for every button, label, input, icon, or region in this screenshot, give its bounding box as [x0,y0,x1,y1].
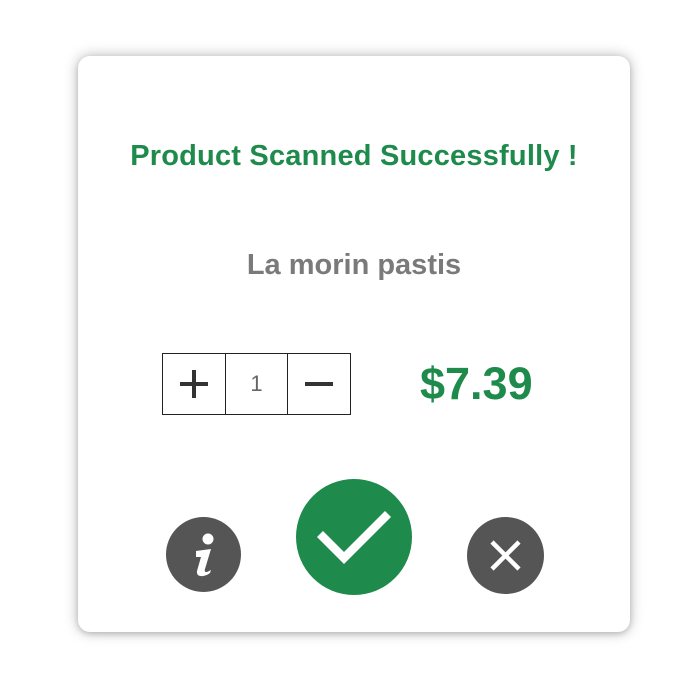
increment-button[interactable] [163,354,226,414]
close-button[interactable] [467,517,544,594]
close-icon [490,540,521,571]
quantity-display[interactable]: 1 [225,354,288,414]
product-price: $7.39 [420,358,533,409]
screen: Product Scanned Successfully ! La morin … [0,0,700,700]
quantity-value: 1 [250,371,263,396]
scan-result-dialog: Product Scanned Successfully ! La morin … [78,56,630,632]
dialog-title: Product Scanned Successfully ! [130,140,578,172]
quantity-stepper: 1 [162,353,351,415]
product-name: La morin pastis [246,249,462,281]
minus-icon [304,382,333,386]
confirm-button[interactable] [296,479,412,595]
decrement-button[interactable] [287,354,350,414]
info-button[interactable] [166,517,241,592]
plus-icon [180,370,209,398]
info-icon [196,533,214,577]
checkmark-icon [316,510,392,565]
